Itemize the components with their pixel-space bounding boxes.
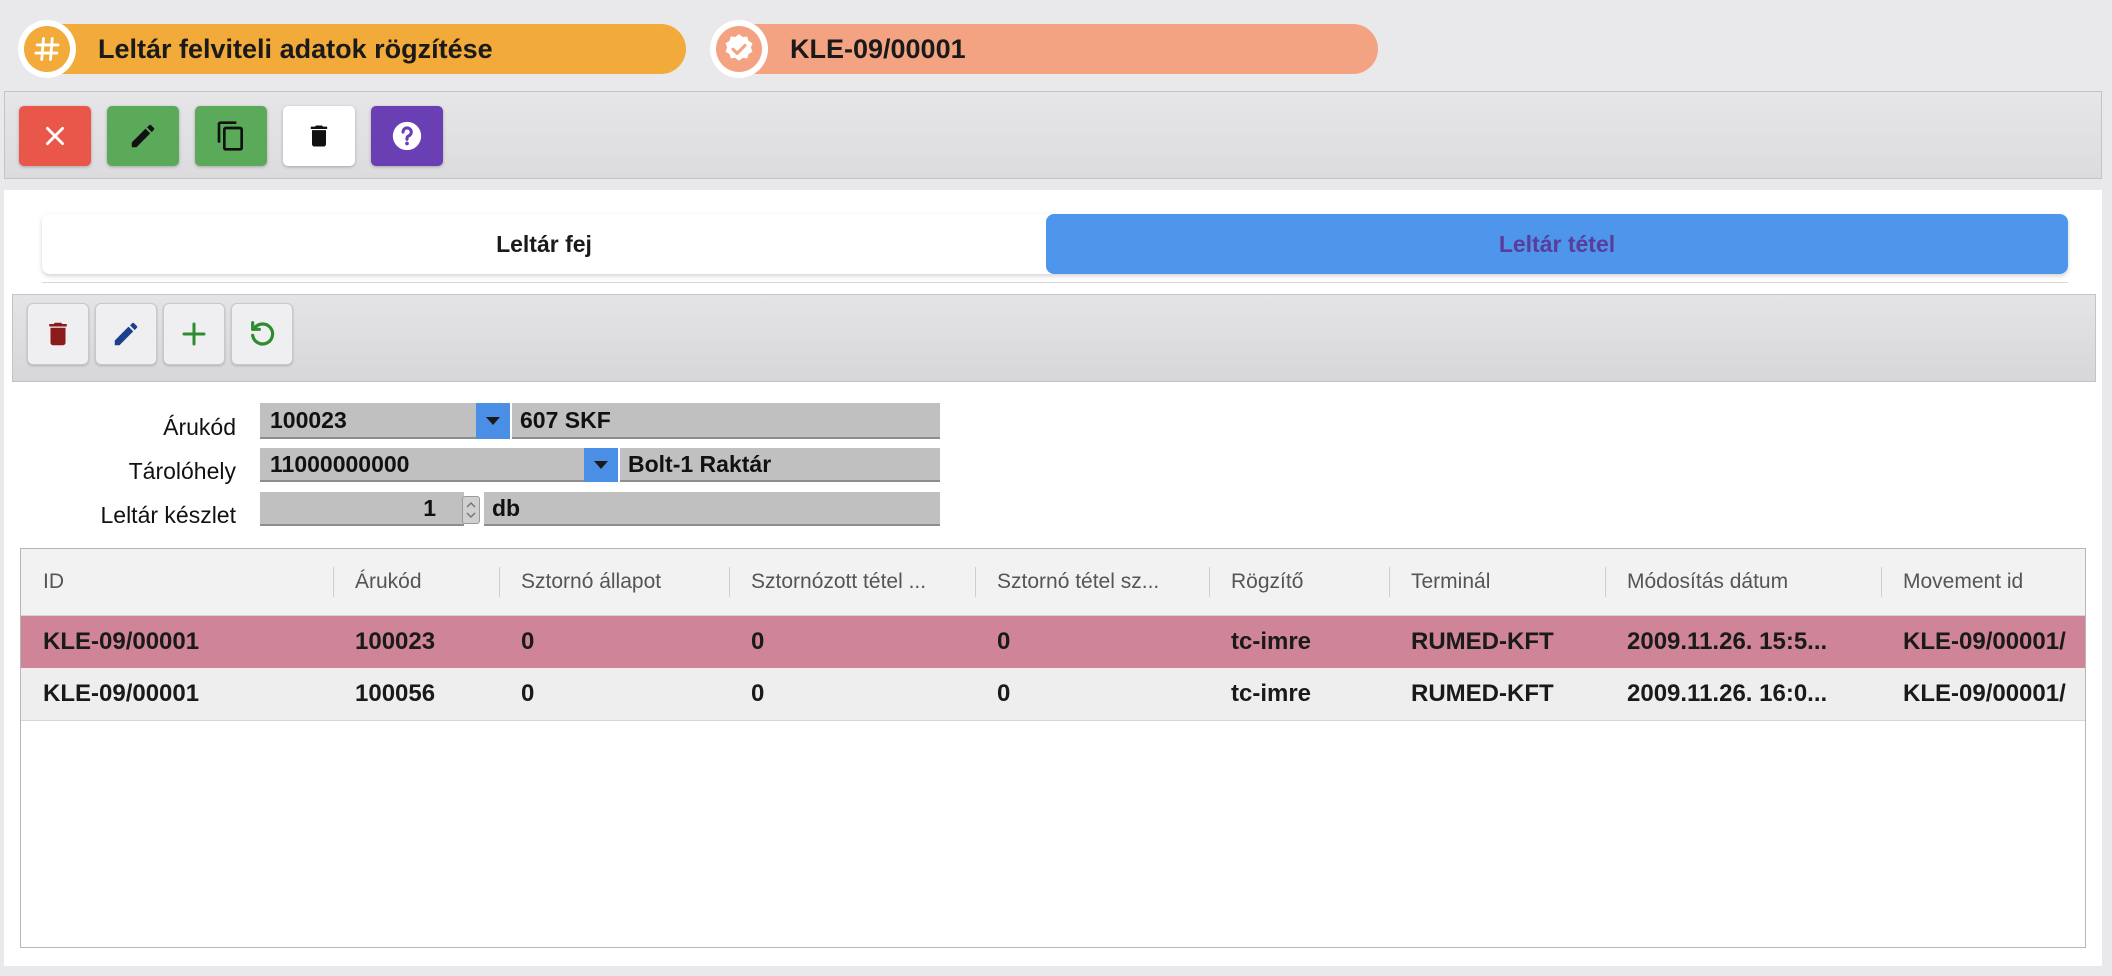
cell-modositas-datum: 2009.11.26. 15:5... [1627, 628, 1828, 655]
spinner-arrows-icon [466, 501, 476, 519]
close-button[interactable] [19, 106, 91, 166]
content-panel: Leltár fej Leltár tétel Árukód 100023 60… [4, 190, 2102, 966]
item-toolbar [12, 294, 2096, 382]
table-row[interactable]: KLE-09/00001 100023 0 0 0 tc-imre RUMED-… [21, 616, 2085, 668]
tab-leltar-fej[interactable]: Leltár fej [42, 214, 1046, 274]
copy-icon [217, 121, 243, 151]
cell-id: KLE-09/00001 [43, 680, 200, 707]
chevron-down-icon [594, 461, 608, 469]
tab-leltar-tetel[interactable]: Leltár tétel [1046, 214, 2068, 274]
tarolohely-code-input[interactable]: 11000000000 [260, 448, 584, 482]
cell-sztorno-allapot: 0 [521, 680, 535, 707]
form-title: Leltár felviteli adatok rögzítése [98, 33, 493, 64]
cell-id: KLE-09/00001 [43, 628, 200, 655]
tab-divider [42, 282, 2068, 283]
column-header-terminal[interactable]: Terminál [1411, 549, 1490, 615]
cell-arukod: 100056 [355, 680, 436, 707]
column-divider[interactable] [975, 567, 976, 597]
tarolohely-description: Bolt-1 Raktár [620, 448, 940, 482]
table-header: ID Árukód Sztornó állapot Sztornózott té… [21, 549, 2085, 616]
cell-modositas-datum: 2009.11.26. 16:0... [1627, 680, 1828, 707]
cell-movement-id: KLE-09/00001/ [1903, 680, 2066, 707]
column-divider[interactable] [499, 567, 500, 597]
hash-icon-badge [18, 20, 76, 78]
column-header-sztorno-allapot[interactable]: Sztornó állapot [521, 549, 661, 615]
column-header-sztornozott-tetel[interactable]: Sztornózott tétel ... [751, 549, 926, 615]
cell-terminal: RUMED-KFT [1411, 628, 1554, 655]
cell-rogzito: tc-imre [1231, 680, 1312, 707]
arukod-code-input[interactable]: 100023 [260, 403, 476, 439]
column-divider[interactable] [1389, 567, 1390, 597]
column-header-id[interactable]: ID [43, 549, 64, 615]
pencil-icon [131, 124, 155, 148]
items-table: ID Árukód Sztornó állapot Sztornózott té… [20, 548, 2086, 948]
record-id: KLE-09/00001 [790, 33, 966, 64]
keszlet-spinner[interactable] [462, 496, 480, 524]
pencil-icon [114, 322, 138, 346]
cell-sztornozott-tetel: 0 [751, 680, 765, 707]
edit-button[interactable] [107, 106, 179, 166]
tarolohely-dropdown-button[interactable] [584, 448, 618, 482]
column-divider[interactable] [729, 567, 730, 597]
chevron-down-icon [486, 417, 500, 425]
verified-badge-icon-badge [710, 20, 768, 78]
form-title-pill: Leltár felviteli adatok rögzítése [18, 20, 686, 78]
record-id-pill: KLE-09/00001 [710, 20, 1378, 78]
help-button[interactable] [371, 106, 443, 166]
column-divider[interactable] [1605, 567, 1606, 597]
cell-rogzito: tc-imre [1231, 628, 1312, 655]
column-divider[interactable] [1881, 567, 1882, 597]
column-header-modositas-datum[interactable]: Módosítás dátum [1627, 549, 1788, 615]
column-header-sztorno-tetel-sz[interactable]: Sztornó tétel sz... [997, 549, 1159, 615]
tab-bar: Leltár fej Leltár tétel [42, 214, 2068, 274]
trash-icon [49, 322, 67, 346]
cell-sztorno-allapot: 0 [521, 628, 535, 655]
close-icon [46, 127, 64, 145]
column-divider[interactable] [333, 567, 334, 597]
column-header-rogzito[interactable]: Rögzítő [1231, 549, 1303, 615]
refresh-button[interactable] [231, 303, 293, 365]
edit-item-button[interactable] [95, 303, 157, 365]
delete-item-button[interactable] [27, 303, 89, 365]
column-header-arukod[interactable]: Árukód [355, 549, 422, 615]
cell-terminal: RUMED-KFT [1411, 680, 1554, 707]
add-item-button[interactable] [163, 303, 225, 365]
arukod-description: 607 SKF [512, 403, 940, 439]
cell-sztornozott-tetel: 0 [751, 628, 765, 655]
keszlet-label: Leltár készlet [100, 502, 236, 528]
arukod-label: Árukód [163, 414, 236, 440]
keszlet-unit: db [484, 492, 940, 526]
plus-icon [182, 322, 206, 346]
refresh-icon [251, 321, 275, 346]
hash-icon [24, 26, 70, 72]
main-toolbar [4, 91, 2102, 179]
verified-badge-icon [716, 26, 762, 72]
delete-button[interactable] [283, 106, 355, 166]
cell-sztorno-tetel-sz: 0 [997, 628, 1011, 655]
table-row[interactable]: KLE-09/00001 100056 0 0 0 tc-imre RUMED-… [21, 668, 2085, 721]
cell-movement-id: KLE-09/00001/ [1903, 628, 2066, 655]
column-divider[interactable] [1209, 567, 1210, 597]
copy-button[interactable] [195, 106, 267, 166]
column-header-movement-id[interactable]: Movement id [1903, 549, 2023, 615]
keszlet-input[interactable]: 1 [260, 492, 464, 526]
cell-sztorno-tetel-sz: 0 [997, 680, 1011, 707]
tarolohely-label: Tárolóhely [128, 458, 236, 484]
help-icon [392, 121, 422, 151]
arukod-dropdown-button[interactable] [476, 403, 510, 439]
cell-arukod: 100023 [355, 628, 436, 655]
trash-icon [310, 125, 328, 147]
